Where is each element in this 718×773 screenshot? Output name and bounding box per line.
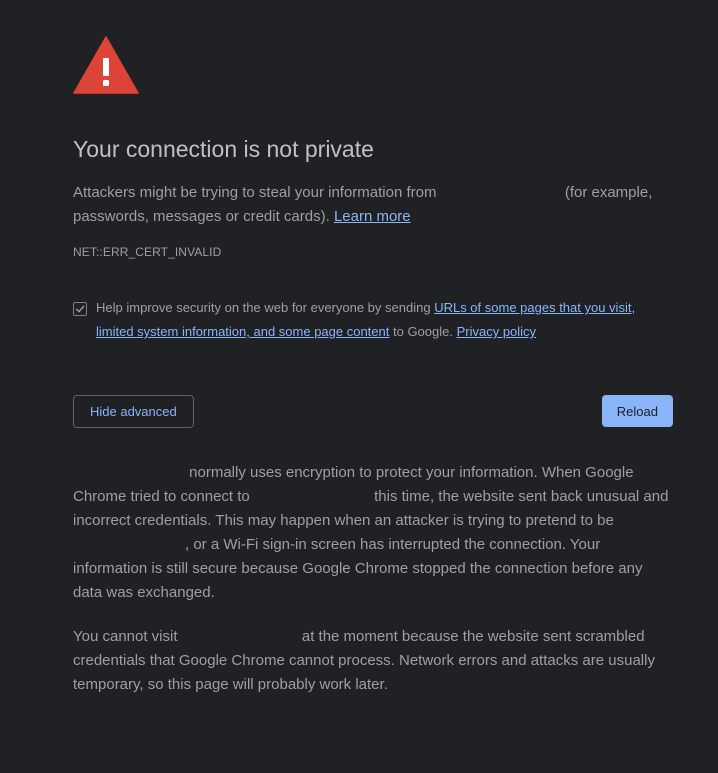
- optin-text-middle: to Google.: [389, 324, 457, 339]
- details-p2-a: You cannot visit: [73, 628, 182, 645]
- advanced-details: normally uses encryption to protect your…: [73, 461, 673, 717]
- learn-more-link[interactable]: Learn more: [334, 208, 411, 225]
- reload-button[interactable]: Reload: [601, 395, 673, 427]
- redacted-hostname: [440, 185, 561, 202]
- hide-advanced-button[interactable]: Hide advanced: [73, 395, 194, 428]
- optin-checkbox[interactable]: [73, 302, 87, 316]
- warning-triangle-icon: [73, 36, 139, 94]
- checkmark-icon: [75, 305, 85, 313]
- details-paragraph-2: You cannot visit at the moment because t…: [73, 625, 673, 697]
- redacted-hostname: [181, 629, 298, 646]
- intro-text-start: Attackers might be trying to steal your …: [73, 184, 441, 201]
- redacted-hostname: [253, 489, 370, 506]
- redacted-hostname: [73, 465, 185, 482]
- optin-text: Help improve security on the web for eve…: [96, 296, 673, 344]
- page-title: Your connection is not private: [73, 136, 374, 162]
- intro-paragraph: Attackers might be trying to steal your …: [73, 181, 673, 229]
- error-code: NET::ERR_CERT_INVALID: [73, 245, 222, 259]
- optin-text-start: Help improve security on the web for eve…: [96, 300, 435, 315]
- redacted-hostname: [73, 537, 185, 554]
- details-paragraph-1: normally uses encryption to protect your…: [73, 461, 673, 605]
- privacy-policy-link[interactable]: Privacy policy: [457, 324, 536, 339]
